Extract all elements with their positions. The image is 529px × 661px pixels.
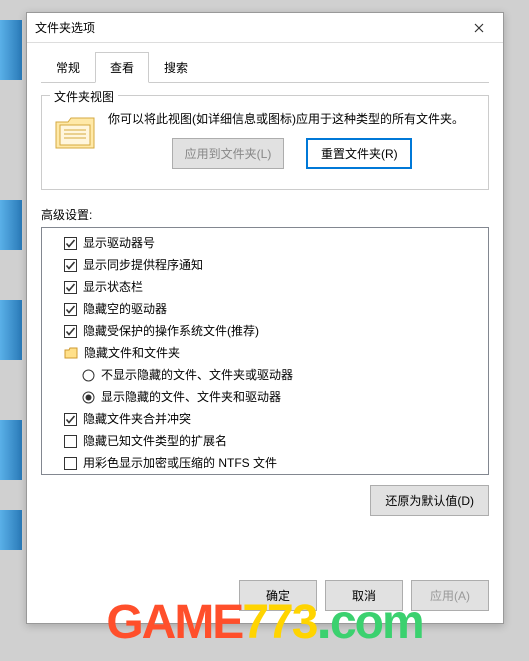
- tree-item-10[interactable]: 用彩色显示加密或压缩的 NTFS 文件: [44, 452, 486, 474]
- tree-item-label: 显示隐藏的文件、文件夹和驱动器: [101, 388, 281, 406]
- ok-button[interactable]: 确定: [239, 580, 317, 611]
- tree-item-6[interactable]: 不显示隐藏的文件、文件夹或驱动器: [44, 364, 486, 386]
- folder-view-title: 文件夹视图: [50, 88, 118, 105]
- tree-item-7[interactable]: 显示隐藏的文件、文件夹和驱动器: [44, 386, 486, 408]
- tree-item-11[interactable]: 在标题栏中显示完整路径: [44, 474, 486, 475]
- folder-options-dialog: 文件夹选项 常规 查看 搜索 文件夹视图: [26, 12, 504, 624]
- tree-item-label: 用彩色显示加密或压缩的 NTFS 文件: [83, 454, 277, 472]
- tree-item-label: 显示驱动器号: [83, 234, 155, 252]
- folder-view-group: 文件夹视图 你可以将此视图(如详细信息或图标)应用于这种类型的所有文件夹。 应用…: [41, 95, 489, 190]
- tree-item-label: 显示状态栏: [83, 278, 143, 296]
- tree-item-label: 隐藏受保护的操作系统文件(推荐): [83, 322, 259, 340]
- tab-view[interactable]: 查看: [95, 52, 149, 83]
- tree-item-3[interactable]: 隐藏空的驱动器: [44, 298, 486, 320]
- folder-icon: [54, 114, 96, 152]
- reset-folder-button[interactable]: 重置文件夹(R): [306, 138, 412, 169]
- tree-item-label: 隐藏已知文件类型的扩展名: [83, 432, 227, 450]
- tree-item-label: 显示同步提供程序通知: [83, 256, 203, 274]
- tree-item-1[interactable]: 显示同步提供程序通知: [44, 254, 486, 276]
- tree-item-label: 隐藏文件和文件夹: [84, 344, 180, 362]
- apply-to-folder-button[interactable]: 应用到文件夹(L): [172, 138, 285, 169]
- tree-item-label: 隐藏空的驱动器: [83, 300, 167, 318]
- tree-item-9[interactable]: 隐藏已知文件类型的扩展名: [44, 430, 486, 452]
- cancel-button[interactable]: 取消: [325, 580, 403, 611]
- advanced-settings-tree[interactable]: 显示驱动器号显示同步提供程序通知显示状态栏隐藏空的驱动器隐藏受保护的操作系统文件…: [41, 227, 489, 475]
- close-icon: [474, 23, 484, 33]
- tree-item-2[interactable]: 显示状态栏: [44, 276, 486, 298]
- tree-item-0[interactable]: 显示驱动器号: [44, 232, 486, 254]
- titlebar: 文件夹选项: [27, 13, 503, 43]
- tab-search[interactable]: 搜索: [149, 52, 203, 83]
- apply-button[interactable]: 应用(A): [411, 580, 489, 611]
- tree-item-8[interactable]: 隐藏文件夹合并冲突: [44, 408, 486, 430]
- tab-strip: 常规 查看 搜索: [41, 51, 489, 83]
- tree-item-label: 不显示隐藏的文件、文件夹或驱动器: [101, 366, 293, 384]
- tab-general[interactable]: 常规: [41, 52, 95, 83]
- dialog-buttons: 确定 取消 应用(A): [239, 580, 489, 611]
- tree-item-4[interactable]: 隐藏受保护的操作系统文件(推荐): [44, 320, 486, 342]
- restore-defaults-button[interactable]: 还原为默认值(D): [370, 485, 489, 516]
- folder-view-description: 你可以将此视图(如详细信息或图标)应用于这种类型的所有文件夹。: [108, 110, 476, 128]
- tree-item-label: 隐藏文件夹合并冲突: [83, 410, 191, 428]
- advanced-label: 高级设置:: [41, 206, 489, 223]
- close-button[interactable]: [463, 16, 495, 40]
- window-title: 文件夹选项: [35, 19, 463, 36]
- tree-item-5: 隐藏文件和文件夹: [44, 342, 486, 364]
